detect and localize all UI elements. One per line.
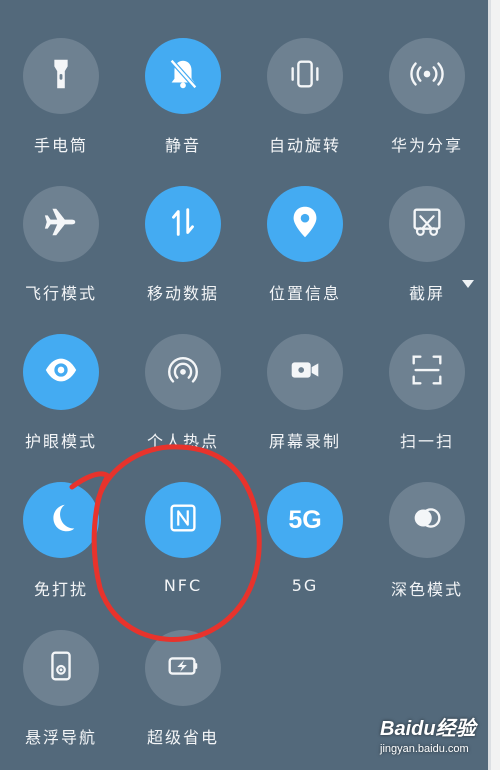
tile-label: 手电筒 [33,136,88,155]
tile-label: 悬浮导航 [24,728,97,747]
tile-label: 静音 [164,136,201,155]
dark-mode-button[interactable] [389,482,465,558]
tile-do-not-disturb[interactable]: 免打扰 [0,482,122,600]
tile-label: NFC [163,576,203,595]
tile-label: 免打扰 [33,580,88,599]
tile-label: 扫一扫 [399,432,454,451]
hotspot-icon [164,351,202,393]
watermark-brand: Baidu经验 [380,718,476,740]
tile-mobile-data[interactable]: 移动数据 [122,186,244,304]
tile-flashlight[interactable]: 手电筒 [0,38,122,156]
nfc-button[interactable] [145,482,221,558]
auto-rotate-button[interactable] [267,38,343,114]
hotspot-button[interactable] [145,334,221,410]
tile-eye-comfort[interactable]: 护眼模式 [0,334,122,452]
quick-settings-panel: 手电筒 静音 自动旋转 华为分享 飞行模式 移动数据 位置信息 截屏 护眼模式 … [0,0,491,770]
5g-icon: 5G [288,505,322,534]
eye-comfort-button[interactable] [23,334,99,410]
airplane-button[interactable] [23,186,99,262]
bell-off-icon [164,55,202,97]
screenshot-button[interactable] [389,186,465,262]
location-button[interactable] [267,186,343,262]
tile-dark-mode[interactable]: 深色模式 [366,482,488,600]
tile-huawei-share[interactable]: 华为分享 [366,38,488,156]
tile-label: 自动旋转 [268,136,341,155]
tile-battery-saver[interactable]: 超级省电 [122,630,244,748]
mobile-data-icon [164,203,202,245]
screenshot-icon [408,203,446,245]
mute-button[interactable] [145,38,221,114]
tile-location[interactable]: 位置信息 [244,186,366,304]
screen-record-button[interactable] [267,334,343,410]
floating-nav-button[interactable] [23,630,99,706]
moon-icon [42,499,80,541]
tile-scan[interactable]: 扫一扫 [366,334,488,452]
huawei-share-button[interactable] [389,38,465,114]
flashlight-button[interactable] [23,38,99,114]
do-not-disturb-button[interactable] [23,482,99,558]
airplane-icon [42,203,80,245]
flashlight-icon [42,55,80,97]
tile-label: 移动数据 [146,284,219,303]
nfc-icon [164,499,202,541]
battery-saver-button[interactable] [145,630,221,706]
scan-icon [408,351,446,393]
eye-icon [42,351,80,393]
tile-label: 5G [291,576,319,595]
tile-label: 个人热点 [146,432,219,451]
expand-arrow-icon[interactable] [462,280,474,288]
auto-rotate-icon [286,55,324,97]
tile-label: 飞行模式 [24,284,97,303]
mobile-data-button[interactable] [145,186,221,262]
tile-label: 华为分享 [390,136,463,155]
tile-nfc[interactable]: NFC [122,482,244,595]
tile-screen-record[interactable]: 屏幕录制 [244,334,366,452]
tile-5g[interactable]: 5G 5G [244,482,366,595]
tile-label: 位置信息 [268,284,341,303]
location-pin-icon [286,203,324,245]
baidu-watermark: Baidu经验 jingyan.baidu.com [380,712,498,768]
tile-label: 护眼模式 [24,432,97,451]
tile-label: 深色模式 [390,580,463,599]
scan-button[interactable] [389,334,465,410]
dark-mode-icon [408,499,446,541]
tile-label: 屏幕录制 [268,432,341,451]
5g-button[interactable]: 5G [267,482,343,558]
battery-saver-icon [164,647,202,689]
tile-floating-nav[interactable]: 悬浮导航 [0,630,122,748]
video-camera-icon [286,351,324,393]
tile-mute[interactable]: 静音 [122,38,244,156]
tile-auto-rotate[interactable]: 自动旋转 [244,38,366,156]
huawei-share-icon [408,55,446,97]
tile-airplane[interactable]: 飞行模式 [0,186,122,304]
tile-label: 超级省电 [146,728,219,747]
tile-hotspot[interactable]: 个人热点 [122,334,244,452]
watermark-url: jingyan.baidu.com [380,743,469,755]
floating-nav-icon [42,647,80,689]
